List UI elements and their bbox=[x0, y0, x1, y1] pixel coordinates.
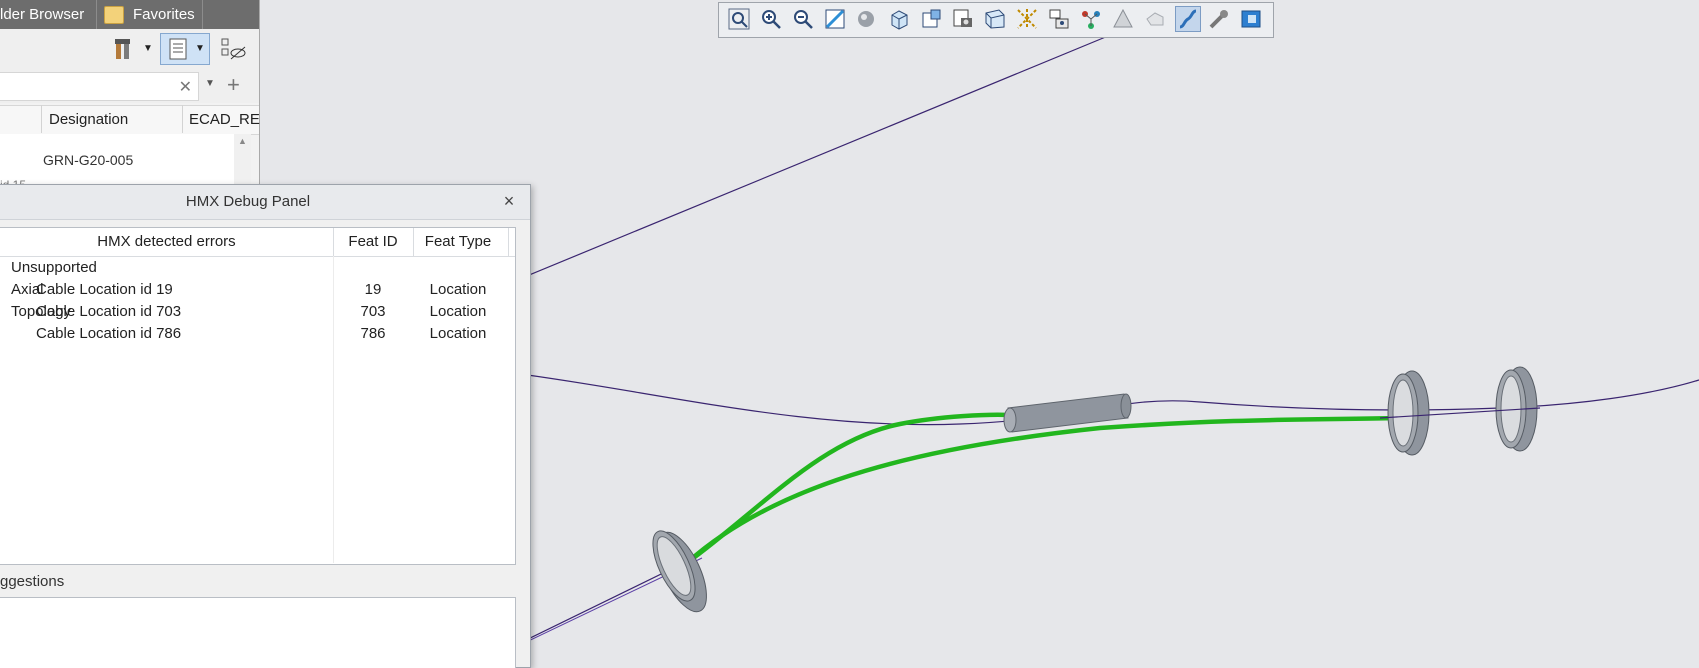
tab-folder-browser[interactable]: lder Browser bbox=[0, 0, 84, 29]
error-label: Cable Location id 786 bbox=[36, 325, 182, 342]
error-row[interactable]: Cable Location id 19 19 Location bbox=[0, 279, 515, 301]
error-feat-type: Location bbox=[429, 281, 487, 298]
browser-tab-bar: lder Browser Favorites bbox=[0, 0, 259, 29]
col-hmx-errors[interactable]: HMX detected errors bbox=[0, 228, 333, 256]
zoom-out-icon[interactable] bbox=[791, 7, 815, 31]
error-feat-id: 703 bbox=[360, 303, 386, 320]
tree-cell-designation[interactable]: GRN-G20-005 bbox=[43, 152, 133, 168]
csys-display-icon[interactable] bbox=[1143, 7, 1167, 31]
col-feat-type[interactable]: Feat Type bbox=[413, 228, 503, 256]
show-tree-button[interactable]: ▼ bbox=[160, 33, 210, 65]
error-row[interactable]: Cable Location id 786 786 Location bbox=[0, 323, 515, 345]
add-icon[interactable]: + bbox=[227, 72, 240, 98]
3d-notes-icon[interactable] bbox=[1239, 7, 1263, 31]
error-feat-type: Location bbox=[429, 325, 487, 342]
close-icon[interactable]: × bbox=[500, 192, 518, 210]
named-views-icon[interactable] bbox=[887, 7, 911, 31]
spin-center-icon[interactable] bbox=[1079, 7, 1103, 31]
error-feat-id: 786 bbox=[360, 325, 386, 342]
chevron-down-icon[interactable]: ▼ bbox=[143, 43, 153, 54]
error-label: Cable Location id 19 bbox=[36, 281, 173, 298]
debug-panel-title: HMX Debug Panel bbox=[185, 193, 311, 210]
suggestions-box[interactable] bbox=[0, 597, 516, 668]
cable-ring-right-1 bbox=[1387, 370, 1430, 456]
debug-panel-titlebar[interactable]: HMX Debug Panel × bbox=[0, 185, 530, 220]
view-toolbar bbox=[718, 2, 1274, 38]
col-designation[interactable]: Designation bbox=[49, 106, 128, 134]
suggestions-label: ggestions bbox=[0, 573, 65, 590]
zoom-in-icon[interactable] bbox=[759, 7, 783, 31]
axis-display-icon[interactable] bbox=[1111, 7, 1135, 31]
tree-search-row: ✕ ▼ + bbox=[0, 69, 259, 103]
datum-display-icon[interactable] bbox=[1015, 7, 1039, 31]
error-row[interactable]: Cable Location id 703 703 Location bbox=[0, 301, 515, 323]
display-style-icon[interactable] bbox=[855, 7, 879, 31]
error-feat-type: Location bbox=[429, 303, 487, 320]
tree-search-input[interactable]: ✕ bbox=[0, 72, 199, 101]
repaint-icon[interactable] bbox=[823, 7, 847, 31]
tree-column-header: Designation ECAD_RE bbox=[0, 105, 260, 135]
error-label: Cable Location id 703 bbox=[36, 303, 182, 320]
list-icon bbox=[169, 38, 187, 60]
tools-icon[interactable] bbox=[112, 37, 136, 61]
harness-display-icon[interactable] bbox=[1207, 7, 1231, 31]
tab-favorites[interactable]: Favorites bbox=[133, 0, 195, 29]
annotation-display-icon[interactable] bbox=[1047, 7, 1071, 31]
cable-display-icon[interactable] bbox=[1175, 6, 1201, 32]
favorites-icon bbox=[104, 6, 124, 24]
tree-toolbar: ▼ ▼ bbox=[0, 29, 259, 69]
perspective-icon[interactable] bbox=[983, 7, 1007, 31]
clear-icon[interactable]: ✕ bbox=[179, 77, 192, 97]
col-feat-id[interactable]: Feat ID bbox=[333, 228, 413, 256]
errors-table: HMX detected errors Feat ID Feat Type Un… bbox=[0, 227, 516, 565]
scroll-up-icon[interactable]: ▲ bbox=[238, 136, 247, 146]
zoom-fit-icon[interactable] bbox=[727, 7, 751, 31]
chevron-down-icon[interactable]: ▼ bbox=[205, 78, 215, 89]
error-group-label: Unsupported Axial Topology bbox=[11, 259, 97, 320]
chevron-down-icon: ▼ bbox=[195, 43, 205, 54]
hmx-debug-panel: HMX Debug Panel × HMX detected errors Fe… bbox=[0, 184, 531, 668]
view-manager-icon[interactable] bbox=[951, 7, 975, 31]
error-feat-id: 19 bbox=[364, 281, 382, 298]
col-ecad[interactable]: ECAD_RE bbox=[189, 106, 260, 134]
hide-items-icon[interactable] bbox=[220, 37, 246, 61]
errors-table-header: HMX detected errors Feat ID Feat Type bbox=[0, 228, 515, 257]
saved-orientations-icon[interactable] bbox=[919, 7, 943, 31]
